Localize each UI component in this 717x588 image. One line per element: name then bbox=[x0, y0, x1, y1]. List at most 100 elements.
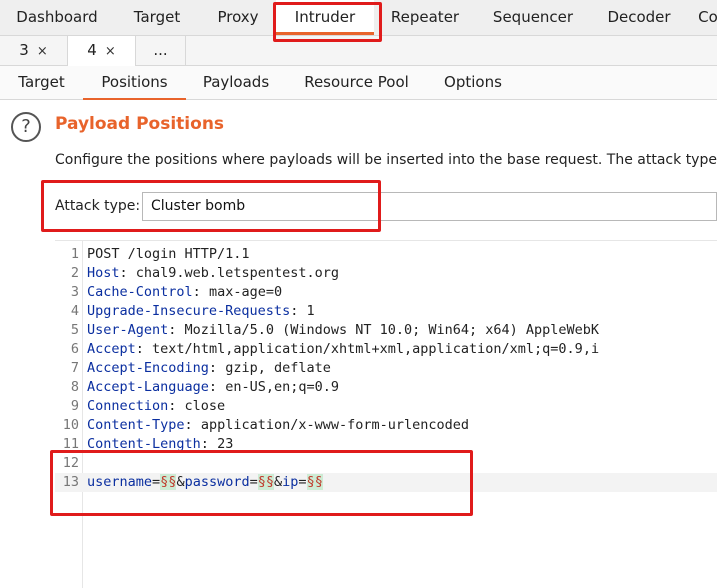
tab-intruder[interactable]: Intruder bbox=[276, 0, 374, 35]
attack-tab-3[interactable]: 3 × bbox=[0, 36, 68, 66]
header-name: Accept bbox=[87, 341, 136, 357]
section-tab-options[interactable]: Options bbox=[427, 66, 519, 100]
request-line: 10 Content-Type: application/x-www-form-u… bbox=[55, 416, 717, 435]
request-line: 11 Content-Length: 23 bbox=[55, 435, 717, 454]
line-code: Content-Type: application/x-www-form-url… bbox=[87, 416, 469, 435]
param-name: password bbox=[184, 474, 250, 490]
line-number: 1 bbox=[70, 246, 79, 262]
request-body-line: 13 username=§§&password=§§&ip=§§ bbox=[55, 473, 717, 492]
tab-comparer[interactable]: Co bbox=[688, 0, 717, 35]
header-separator: : bbox=[168, 322, 185, 338]
param-separator: = bbox=[298, 474, 307, 490]
request-line: 2 Host: chal9.web.letspentest.org bbox=[55, 264, 717, 283]
request-line: 12 bbox=[55, 454, 717, 473]
line-code: POST /login HTTP/1.1 bbox=[87, 245, 250, 264]
tab-repeater[interactable]: Repeater bbox=[374, 0, 476, 35]
line-code: Content-Length: 23 bbox=[87, 435, 233, 454]
attack-tabs: 3 × 4 × ... bbox=[0, 36, 717, 66]
attack-tab-label: 4 bbox=[87, 41, 97, 59]
param-separator: & bbox=[176, 474, 185, 490]
section-description: Configure the positions where payloads w… bbox=[55, 152, 717, 168]
header-separator: : bbox=[200, 436, 218, 452]
param-name: username bbox=[87, 474, 153, 490]
attack-tab-4[interactable]: 4 × bbox=[68, 36, 136, 66]
line-number: 10 bbox=[62, 417, 79, 433]
header-separator: : bbox=[208, 379, 226, 395]
header-separator: : bbox=[208, 360, 226, 376]
param-separator: = bbox=[249, 474, 258, 490]
payload-marker[interactable]: §§ bbox=[160, 474, 177, 490]
tab-target[interactable]: Target bbox=[114, 0, 200, 35]
line-number: 9 bbox=[70, 398, 79, 414]
close-icon[interactable]: × bbox=[105, 44, 116, 59]
line-code: Connection: close bbox=[87, 397, 225, 416]
line-number: 13 bbox=[62, 474, 79, 490]
line-number: 6 bbox=[70, 341, 79, 357]
header-separator: : bbox=[168, 398, 185, 414]
tab-decoder[interactable]: Decoder bbox=[590, 0, 688, 35]
line-number: 8 bbox=[70, 379, 79, 395]
tab-dashboard[interactable]: Dashboard bbox=[0, 0, 114, 35]
line-code: User-Agent: Mozilla/5.0 (Windows NT 10.0… bbox=[87, 321, 599, 340]
header-separator: : bbox=[290, 303, 307, 319]
request-line: 4 Upgrade-Insecure-Requests: 1 bbox=[55, 302, 717, 321]
line-number: 2 bbox=[70, 265, 79, 281]
header-separator: : bbox=[135, 341, 153, 357]
header-name: User-Agent bbox=[87, 322, 169, 338]
new-tab-button[interactable]: ... bbox=[136, 36, 186, 66]
line-code: username=§§&password=§§&ip=§§ bbox=[87, 473, 323, 492]
close-icon[interactable]: × bbox=[37, 44, 48, 59]
header-name: Content-Type bbox=[87, 417, 185, 433]
payload-marker[interactable]: §§ bbox=[306, 474, 323, 490]
header-separator: : bbox=[192, 284, 209, 300]
section-tab-resource-pool[interactable]: Resource Pool bbox=[286, 66, 427, 100]
request-line: 8 Accept-Language: en-US,en;q=0.9 bbox=[55, 378, 717, 397]
tab-proxy[interactable]: Proxy bbox=[200, 0, 276, 35]
section-tab-positions[interactable]: Positions bbox=[83, 66, 186, 100]
request-line-text: POST /login HTTP/1.1 bbox=[87, 246, 250, 262]
request-line: 5 User-Agent: Mozilla/5.0 (Windows NT 10.… bbox=[55, 321, 717, 340]
request-line: 9 Connection: close bbox=[55, 397, 717, 416]
request-line: 1 POST /login HTTP/1.1 bbox=[55, 245, 717, 264]
param-separator: & bbox=[274, 474, 283, 490]
header-value: Mozilla/5.0 (Windows NT 10.0; Win64; x64… bbox=[184, 322, 600, 338]
section-tab-payloads[interactable]: Payloads bbox=[186, 66, 286, 100]
line-number: 4 bbox=[70, 303, 79, 319]
header-value: 23 bbox=[217, 436, 234, 452]
attack-type-label: Attack type: bbox=[55, 198, 141, 214]
line-number: 12 bbox=[62, 455, 79, 471]
header-value: max-age=0 bbox=[208, 284, 283, 300]
attack-type-select[interactable]: Cluster bomb bbox=[142, 192, 717, 221]
request-line: 7 Accept-Encoding: gzip, deflate bbox=[55, 359, 717, 378]
header-value: 1 bbox=[306, 303, 315, 319]
header-name: Connection bbox=[87, 398, 169, 414]
help-icon[interactable]: ? bbox=[11, 112, 41, 142]
header-name: Accept-Language bbox=[87, 379, 209, 395]
header-value: chal9.web.letspentest.org bbox=[135, 265, 339, 281]
header-name: Accept-Encoding bbox=[87, 360, 209, 376]
section-tab-target[interactable]: Target bbox=[0, 66, 83, 100]
intruder-section-tabs: Target Positions Payloads Resource Pool … bbox=[0, 66, 717, 100]
header-value: gzip, deflate bbox=[225, 360, 331, 376]
line-number: 11 bbox=[62, 436, 79, 452]
request-line: 3 Cache-Control: max-age=0 bbox=[55, 283, 717, 302]
request-line: 6 Accept: text/html,application/xhtml+xml… bbox=[55, 340, 717, 359]
line-number: 5 bbox=[70, 322, 79, 338]
tab-sequencer[interactable]: Sequencer bbox=[476, 0, 590, 35]
line-code: Cache-Control: max-age=0 bbox=[87, 283, 282, 302]
line-code: Host: chal9.web.letspentest.org bbox=[87, 264, 339, 283]
line-number: 7 bbox=[70, 360, 79, 376]
param-name: ip bbox=[282, 474, 299, 490]
request-editor[interactable]: 1 POST /login HTTP/1.1 2 Host: chal9.web.le… bbox=[55, 240, 717, 588]
header-name: Host bbox=[87, 265, 120, 281]
line-code: Upgrade-Insecure-Requests: 1 bbox=[87, 302, 315, 321]
attack-tab-label: 3 bbox=[19, 41, 29, 59]
header-value: close bbox=[184, 398, 226, 414]
header-name: Upgrade-Insecure-Requests bbox=[87, 303, 291, 319]
line-code: Accept: text/html,application/xhtml+xml,… bbox=[87, 340, 599, 359]
header-value: application/x-www-form-urlencoded bbox=[200, 417, 470, 433]
section-title: Payload Positions bbox=[55, 114, 225, 134]
header-name: Cache-Control bbox=[87, 284, 193, 300]
payload-marker[interactable]: §§ bbox=[257, 474, 275, 490]
header-name: Content-Length bbox=[87, 436, 201, 452]
